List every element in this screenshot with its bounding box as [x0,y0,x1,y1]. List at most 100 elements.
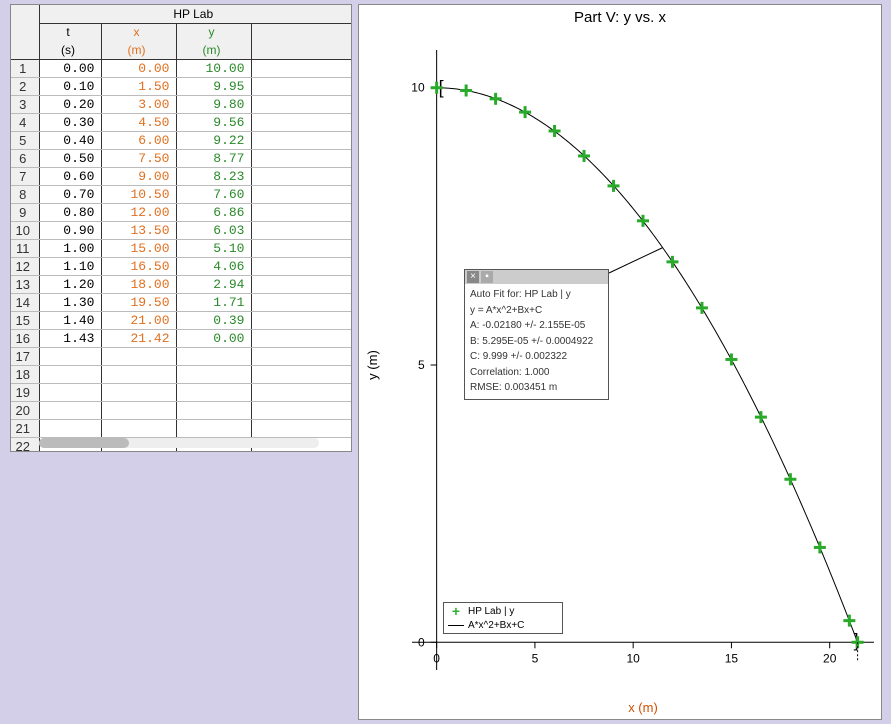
cell-t[interactable]: 0.80 [39,203,101,221]
cell-empty[interactable] [251,167,351,185]
row-index[interactable]: 15 [11,311,39,329]
cell-y[interactable]: 9.80 [176,95,251,113]
cell-empty[interactable] [251,329,351,347]
row-index[interactable]: 7 [11,167,39,185]
cell-t[interactable]: 1.20 [39,275,101,293]
row-index[interactable]: 5 [11,131,39,149]
row-index[interactable]: 14 [11,293,39,311]
cell-y[interactable]: 4.06 [176,257,251,275]
col-t-name[interactable]: t [39,23,101,41]
cell-empty[interactable] [251,419,351,437]
cell-x[interactable]: 19.50 [101,293,176,311]
cell-t[interactable]: 1.00 [39,239,101,257]
cell-y[interactable]: 6.86 [176,203,251,221]
cell-t[interactable] [39,347,101,365]
options-icon[interactable]: ▪ [481,271,493,283]
table-row[interactable]: 131.2018.002.94 [11,275,351,293]
table-row[interactable]: 141.3019.501.71 [11,293,351,311]
cell-t[interactable]: 0.60 [39,167,101,185]
table-row[interactable]: 161.4321.420.00 [11,329,351,347]
table-row[interactable]: 151.4021.000.39 [11,311,351,329]
cell-x[interactable] [101,347,176,365]
table-row[interactable]: 19 [11,383,351,401]
cell-y[interactable]: 0.39 [176,311,251,329]
row-index[interactable]: 6 [11,149,39,167]
fit-info-box[interactable]: × ▪ Auto Fit for: HP Lab | y y = A*x^2+B… [464,269,609,400]
table-row[interactable]: 30.203.009.80 [11,95,351,113]
cell-y[interactable]: 7.60 [176,185,251,203]
cell-t[interactable]: 0.10 [39,77,101,95]
cell-t[interactable] [39,365,101,383]
cell-empty[interactable] [251,401,351,419]
row-index[interactable]: 11 [11,239,39,257]
cell-t[interactable] [39,401,101,419]
table-row[interactable]: 50.406.009.22 [11,131,351,149]
cell-x[interactable]: 9.00 [101,167,176,185]
legend-row-series[interactable]: + HP Lab | y [444,604,562,618]
cell-empty[interactable] [251,383,351,401]
chart-plot[interactable]: 051015200510x (m)y (m)[] [359,30,883,718]
table-row[interactable]: 20.101.509.95 [11,77,351,95]
cell-empty[interactable] [251,221,351,239]
cell-x[interactable] [101,365,176,383]
cell-empty[interactable] [251,149,351,167]
cell-y[interactable]: 5.10 [176,239,251,257]
cell-empty[interactable] [251,59,351,77]
cell-y[interactable] [176,419,251,437]
table-row[interactable]: 17 [11,347,351,365]
row-index[interactable]: 2 [11,77,39,95]
data-table[interactable]: HP Lab t x y (s) (m) (m) 10.000.0010.002… [11,5,351,452]
cell-x[interactable] [101,401,176,419]
cell-y[interactable]: 10.00 [176,59,251,77]
cell-x[interactable]: 4.50 [101,113,176,131]
cell-t[interactable]: 0.20 [39,95,101,113]
cell-y[interactable]: 9.56 [176,113,251,131]
cell-empty[interactable] [251,77,351,95]
cell-x[interactable]: 6.00 [101,131,176,149]
cell-t[interactable]: 0.30 [39,113,101,131]
row-index[interactable]: 13 [11,275,39,293]
row-index[interactable]: 17 [11,347,39,365]
cell-x[interactable]: 13.50 [101,221,176,239]
fit-box-header[interactable]: × ▪ [465,270,608,284]
cell-x[interactable]: 16.50 [101,257,176,275]
cell-empty[interactable] [251,113,351,131]
table-row[interactable]: 21 [11,419,351,437]
cell-y[interactable] [176,347,251,365]
cell-t[interactable]: 1.40 [39,311,101,329]
row-index[interactable]: 20 [11,401,39,419]
row-index[interactable]: 19 [11,383,39,401]
row-index[interactable]: 22 [11,437,39,452]
table-row[interactable]: 121.1016.504.06 [11,257,351,275]
scrollbar-thumb[interactable] [39,438,129,448]
cell-t[interactable] [39,383,101,401]
table-row[interactable]: 20 [11,401,351,419]
cell-y[interactable]: 2.94 [176,275,251,293]
cell-x[interactable] [101,383,176,401]
horizontal-scrollbar[interactable] [39,438,319,448]
cell-empty[interactable] [251,347,351,365]
cell-x[interactable]: 12.00 [101,203,176,221]
row-index[interactable]: 21 [11,419,39,437]
cell-x[interactable] [101,419,176,437]
cell-y[interactable] [176,365,251,383]
row-index[interactable]: 1 [11,59,39,77]
row-index[interactable]: 4 [11,113,39,131]
cell-empty[interactable] [251,203,351,221]
row-index[interactable]: 8 [11,185,39,203]
cell-y[interactable]: 8.23 [176,167,251,185]
cell-empty[interactable] [251,95,351,113]
cell-t[interactable]: 0.70 [39,185,101,203]
table-row[interactable]: 80.7010.507.60 [11,185,351,203]
cell-t[interactable] [39,419,101,437]
cell-empty[interactable] [251,365,351,383]
cell-x[interactable]: 7.50 [101,149,176,167]
cell-x[interactable]: 1.50 [101,77,176,95]
cell-x[interactable]: 18.00 [101,275,176,293]
close-icon[interactable]: × [467,271,479,283]
cell-y[interactable] [176,383,251,401]
table-row[interactable]: 70.609.008.23 [11,167,351,185]
cell-empty[interactable] [251,293,351,311]
row-index[interactable]: 10 [11,221,39,239]
row-index[interactable]: 16 [11,329,39,347]
